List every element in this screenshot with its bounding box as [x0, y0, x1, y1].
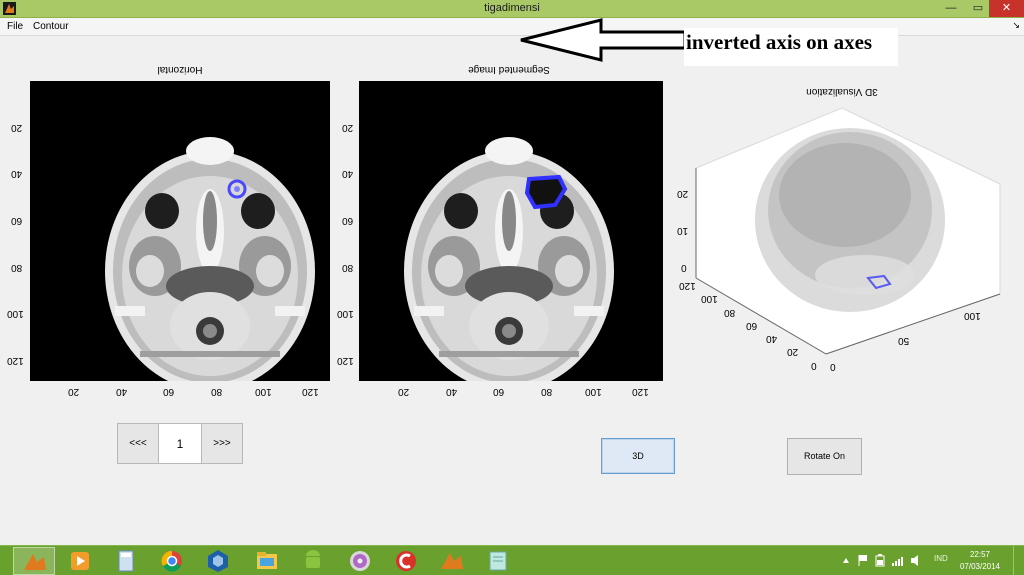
z-tick: 0 — [681, 262, 687, 273]
volume-icon[interactable] — [910, 554, 924, 567]
y-tick: 40 — [11, 168, 23, 179]
y-tick: 60 — [11, 215, 23, 226]
axes-title-horizontal: Horizontal — [157, 64, 203, 75]
virtualbox-icon — [208, 550, 228, 572]
y-tick: 100 — [7, 308, 24, 319]
x-tick: 60 — [493, 386, 505, 397]
ccleaner-icon — [396, 551, 416, 571]
taskbar-virtualbox[interactable] — [197, 547, 239, 575]
taskbar-calculator[interactable] — [105, 547, 147, 575]
previous-slice-button[interactable]: <<< — [117, 423, 159, 464]
x-tick: 100 — [964, 310, 981, 321]
rotate-on-button[interactable]: Rotate On — [787, 438, 862, 475]
dvd-icon — [350, 551, 370, 571]
y-tick: 40 — [342, 168, 354, 179]
language-indicator[interactable]: IND — [934, 554, 948, 563]
taskbar-matlab-2[interactable] — [431, 547, 473, 575]
flag-icon[interactable] — [857, 554, 869, 567]
x-tick: 100 — [255, 386, 272, 397]
x-tick: 100 — [585, 386, 602, 397]
show-hidden-icons-icon[interactable] — [842, 557, 850, 565]
close-button[interactable]: ✕ — [989, 0, 1024, 17]
y-tick: 100 — [701, 293, 718, 304]
notes-icon — [489, 551, 507, 571]
taskbar-chrome[interactable] — [151, 547, 193, 575]
y-tick: 80 — [724, 307, 736, 318]
matlab-icon — [24, 554, 46, 570]
calculator-icon — [118, 550, 134, 572]
x-tick: 120 — [632, 386, 649, 397]
x-tick: 20 — [398, 386, 410, 397]
z-tick: 20 — [677, 188, 689, 199]
x-tick: 40 — [446, 386, 458, 397]
x-tick: 60 — [163, 386, 175, 397]
y-tick: 100 — [337, 308, 354, 319]
media-player-icon — [71, 552, 89, 570]
slice-number-field[interactable]: 1 — [158, 423, 202, 464]
taskbar-matlab[interactable] — [13, 547, 55, 575]
x-tick: 80 — [211, 386, 223, 397]
title-bar: tigadimensi — ▭ ✕ — [0, 0, 1024, 18]
horizontal-slice-image[interactable] — [30, 81, 330, 381]
menu-file[interactable]: File — [7, 21, 23, 32]
taskbar-android[interactable] — [292, 547, 334, 575]
3d-button[interactable]: 3D — [601, 438, 675, 474]
segmented-slice-image[interactable] — [359, 81, 663, 381]
matlab-icon — [441, 553, 463, 569]
chrome-icon — [161, 550, 182, 572]
3d-visualization-plot[interactable] — [690, 100, 1010, 370]
axes-title-segmented: Segmented Image — [468, 64, 550, 75]
file-explorer-icon — [257, 552, 277, 569]
x-tick: 40 — [116, 386, 128, 397]
android-icon — [306, 550, 320, 568]
taskbar-file-explorer[interactable] — [246, 547, 288, 575]
x-tick: 120 — [302, 386, 319, 397]
taskbar-media-player[interactable] — [59, 547, 101, 575]
clock[interactable]: 22:57 07/03/2014 — [955, 549, 1005, 573]
dock-icon[interactable]: ↘ — [1012, 20, 1020, 31]
annotation-arrow — [520, 18, 687, 62]
battery-icon[interactable] — [875, 554, 885, 567]
taskbar: IND 22:57 07/03/2014 — [0, 545, 1024, 575]
z-tick: 10 — [677, 225, 689, 236]
y-tick: 20 — [787, 346, 799, 357]
show-desktop-button[interactable] — [1013, 546, 1024, 575]
network-icon[interactable] — [891, 554, 905, 567]
taskbar-notes[interactable] — [477, 547, 519, 575]
x-tick: 0 — [830, 361, 836, 372]
y-tick: 60 — [342, 215, 354, 226]
x-tick: 80 — [541, 386, 553, 397]
clock-time: 22:57 — [969, 550, 991, 559]
annotation-label: inverted axis on axes — [684, 28, 898, 66]
y-tick: 80 — [11, 262, 23, 273]
y-tick: 120 — [7, 355, 24, 366]
clock-date: 07/03/2014 — [959, 562, 1001, 571]
x-tick: 20 — [68, 386, 80, 397]
axes-title-3d: 3D Visualization — [806, 86, 878, 97]
next-slice-button[interactable]: >>> — [201, 423, 243, 464]
y-tick: 120 — [679, 280, 696, 291]
menu-contour[interactable]: Contour — [33, 21, 69, 32]
y-tick: 60 — [746, 320, 758, 331]
y-tick: 20 — [11, 122, 23, 133]
y-tick: 40 — [766, 333, 778, 344]
taskbar-dvd[interactable] — [339, 547, 381, 575]
minimize-button[interactable]: — — [938, 0, 964, 17]
maximize-button[interactable]: ▭ — [965, 0, 991, 17]
window-title: tigadimensi — [484, 2, 540, 14]
taskbar-ccleaner[interactable] — [385, 547, 427, 575]
y-tick: 80 — [342, 262, 354, 273]
y-tick: 20 — [342, 122, 354, 133]
y-tick: 120 — [337, 355, 354, 366]
y-tick: 0 — [811, 360, 817, 371]
x-tick: 50 — [898, 335, 910, 346]
